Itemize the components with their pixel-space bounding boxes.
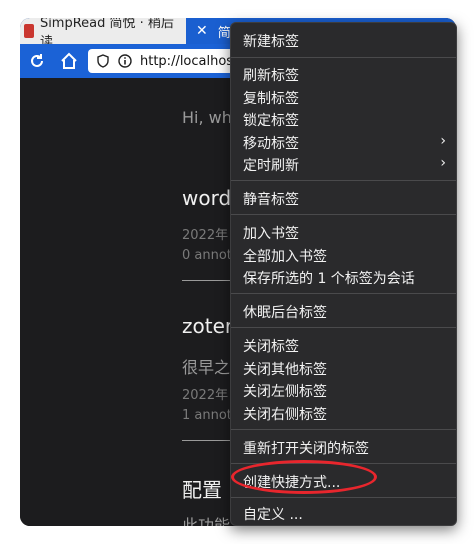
menu-separator [231, 214, 456, 215]
menu-item-bookmark-all[interactable]: 全部加入书签 [243, 246, 327, 266]
post-description: 很早之 [182, 358, 231, 377]
reload-icon [31, 54, 43, 67]
menu-separator [231, 293, 456, 294]
reload-button[interactable] [22, 46, 52, 76]
menu-item-unload-tabs[interactable]: 休眠后台标签 [243, 302, 327, 322]
menu-item-move-tab[interactable]: 移动标签 [243, 133, 299, 153]
url-text: http://localhost: [140, 53, 243, 69]
menu-item-pin-tab[interactable]: 锁定标签 [243, 110, 299, 130]
tab-simpread[interactable]: SimpRead 简悦 · 稍后读 [20, 18, 186, 50]
menu-separator [231, 327, 456, 328]
post-date: 2022年 [182, 228, 229, 243]
chevron-right-icon: › [440, 155, 446, 171]
post-title[interactable]: zoter [182, 314, 233, 338]
menu-item-bookmark-tab[interactable]: 加入书签 [243, 223, 299, 243]
menu-separator [231, 429, 456, 430]
info-icon[interactable] [118, 54, 132, 68]
greeting-text: Hi, wh [182, 108, 232, 127]
menu-item-reload-tab[interactable]: 刷新标签 [243, 65, 299, 85]
menu-item-create-shortcut[interactable]: 创建快捷方式... [243, 472, 340, 492]
post-title[interactable]: word [182, 186, 231, 210]
menu-item-close-tab[interactable]: 关闭标签 [243, 336, 299, 356]
close-tab-icon[interactable]: ✕ [196, 23, 208, 39]
menu-item-new-tab[interactable]: 新建标签 [243, 31, 299, 51]
menu-separator [231, 497, 456, 498]
tab-title: 简 [217, 25, 231, 41]
menu-item-timed-refresh[interactable]: 定时刷新 [243, 155, 299, 175]
simpread-favicon-icon [24, 24, 34, 38]
menu-item-mute-tab[interactable]: 静音标签 [243, 189, 299, 209]
menu-item-close-other-tabs[interactable]: 关闭其他标签 [243, 359, 327, 379]
menu-separator [231, 463, 456, 464]
home-icon [61, 52, 77, 69]
menu-item-close-right-tabs[interactable]: 关闭右侧标签 [243, 404, 327, 424]
post-description: 此功能 [182, 516, 231, 526]
shield-icon[interactable] [96, 54, 110, 68]
home-button[interactable] [54, 46, 84, 76]
menu-separator [231, 180, 456, 181]
menu-separator [231, 57, 456, 58]
tab-context-menu: 新建标签 刷新标签 复制标签 锁定标签 移动标签 › 定时刷新 › 静音标签 加… [230, 22, 457, 526]
menu-item-save-session[interactable]: 保存所选的 1 个标签为会话 [243, 268, 415, 288]
menu-item-close-left-tabs[interactable]: 关闭左侧标签 [243, 381, 327, 401]
post-title[interactable]: 配置 [182, 474, 222, 503]
menu-item-customize[interactable]: 自定义 ... [243, 504, 303, 524]
menu-item-reopen-closed-tab[interactable]: 重新打开关闭的标签 [243, 438, 369, 458]
chevron-right-icon: › [440, 133, 446, 149]
menu-item-duplicate-tab[interactable]: 复制标签 [243, 88, 299, 108]
post-annotations: 0 annot [182, 248, 232, 263]
post-date: 2022年 [182, 388, 229, 403]
